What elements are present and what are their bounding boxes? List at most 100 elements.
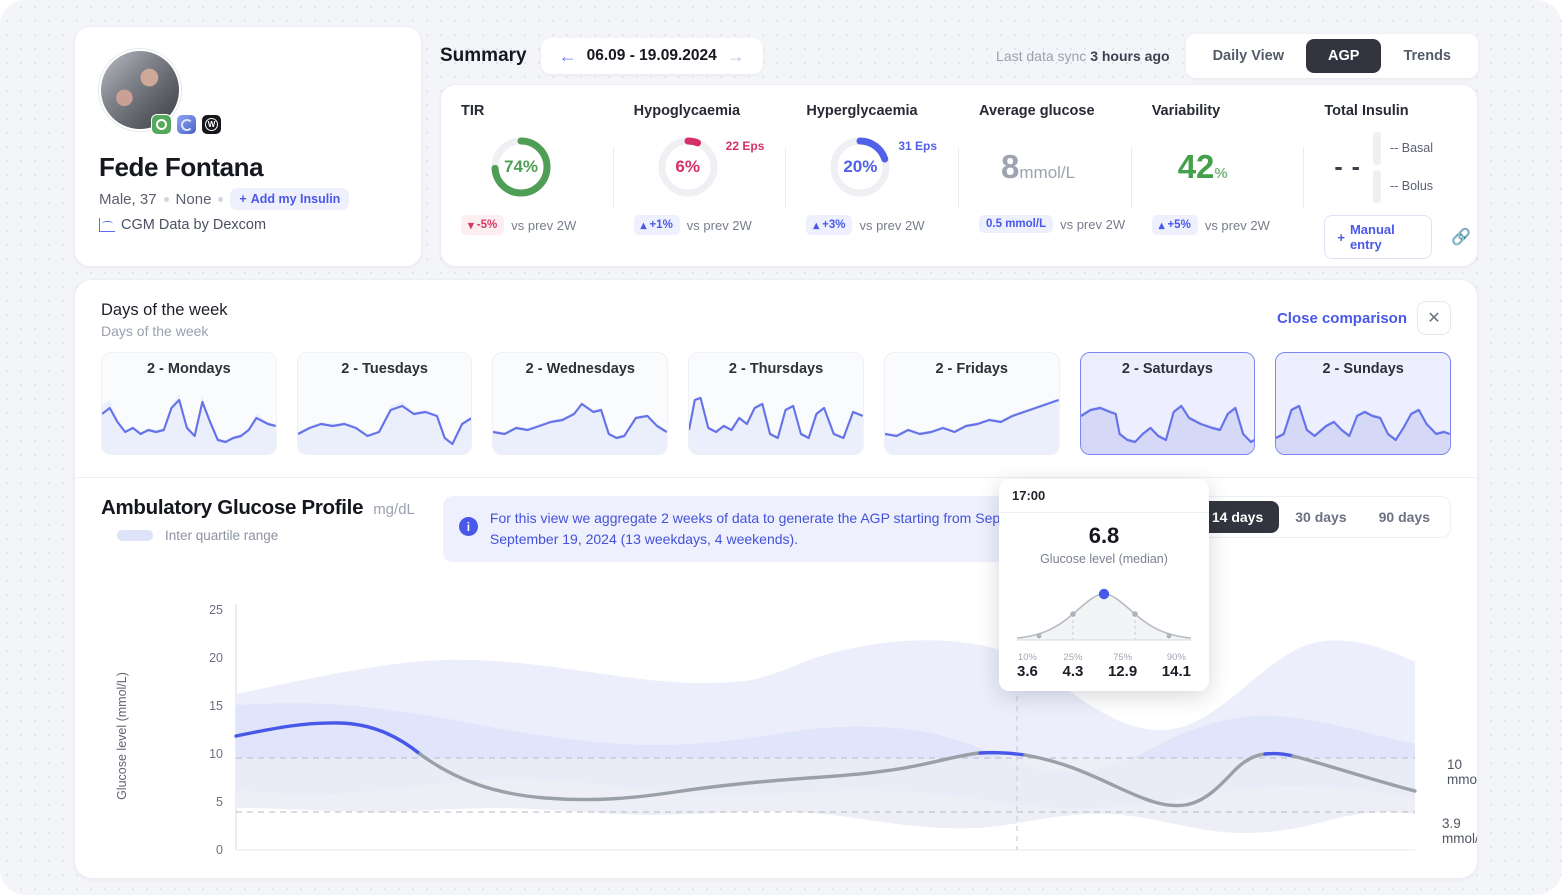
day-card-label: 2 - Mondays	[102, 361, 276, 377]
percentile-value: 3.6	[1017, 663, 1038, 680]
hyper-donut-chart: 20%	[828, 135, 892, 199]
percentile-label: 10%	[1017, 652, 1038, 663]
profile-condition: None	[176, 191, 212, 208]
day-card-label: 2 - Fridays	[885, 361, 1059, 377]
status-badge: ▴ +1%	[634, 215, 680, 235]
profile-gender-age: Male, 37	[99, 191, 157, 208]
metric-total-insulin: Total Insulin - - -- Basal -- Bolus	[1304, 103, 1477, 266]
w-app-icon[interactable]: W	[201, 114, 222, 135]
status-badge: 0.5 mmol/L	[979, 215, 1053, 233]
tab-trends[interactable]: Trends	[1381, 39, 1473, 73]
metric-change: +1%	[649, 219, 672, 231]
next-period-button[interactable]: →	[727, 47, 745, 65]
plus-icon: +	[239, 192, 246, 206]
insulin-bolus-row: -- Bolus	[1373, 170, 1433, 203]
metric-body: 6% 22 Eps	[634, 119, 781, 215]
metric-body: - - -- Basal -- Bolus	[1324, 119, 1471, 215]
percentile-label: 75%	[1108, 652, 1137, 663]
tab-daily-view[interactable]: Daily View	[1191, 39, 1306, 73]
view-tab-group: Daily View AGP Trends	[1186, 34, 1478, 78]
day-card-label: 2 - Wednesdays	[493, 361, 667, 377]
tooltip-percentile-90: 90% 14.1	[1162, 652, 1191, 680]
close-comparison-button[interactable]: Close comparison	[1277, 310, 1407, 327]
metric-title: Hypoglycaemia	[634, 103, 781, 119]
metric-average-glucose: Average glucose 8mmol/L 0.5 mmol/L vs pr…	[959, 103, 1132, 266]
main-panel: Days of the week Days of the week Close …	[74, 279, 1478, 879]
metric-value: 20%	[828, 135, 892, 199]
percentile-label: 90%	[1162, 652, 1191, 663]
day-range-tab-group: 14 days 30 days 90 days	[1191, 496, 1451, 538]
metric-hyperglycaemia: Hyperglycaemia 20% 31 Eps ▴ +3%	[786, 103, 959, 266]
metric-title: Variability	[1152, 103, 1299, 119]
bolus-bar-icon	[1373, 170, 1381, 203]
tab-agp[interactable]: AGP	[1306, 39, 1381, 73]
summary-header: Summary ← 06.09 - 19.09.2024 → Last data…	[440, 34, 1478, 78]
agp-unit: mg/dL	[373, 501, 415, 518]
metric-footer: 0.5 mmol/L vs prev 2W	[979, 215, 1126, 233]
tooltip-percentile-75: 75% 12.9	[1108, 652, 1137, 680]
prev-period-button[interactable]: ←	[559, 47, 577, 65]
ring-app-icon[interactable]	[151, 114, 172, 135]
svg-text:20: 20	[209, 651, 223, 665]
svg-text:10: 10	[209, 747, 223, 761]
metric-title: Total Insulin	[1324, 103, 1471, 119]
last-sync-value: 3 hours ago	[1090, 48, 1169, 64]
day-card-tuesdays[interactable]: 2 - Tuesdays	[297, 352, 473, 455]
info-icon: i	[459, 517, 478, 536]
add-insulin-button[interactable]: + Add my Insulin	[230, 188, 349, 210]
day-card-fridays[interactable]: 2 - Fridays	[884, 352, 1060, 455]
app-root: W Fede Fontana Male, 37 None + Add my In…	[0, 0, 1562, 895]
avatar-wrapper: W	[99, 49, 181, 131]
metric-body: 42%	[1152, 119, 1299, 215]
day-card-sundays[interactable]: 2 - Sundays	[1275, 352, 1451, 455]
last-sync-status: Last data sync 3 hours ago	[996, 48, 1170, 64]
close-icon[interactable]: ✕	[1417, 301, 1451, 335]
metric-title: Hyperglycaemia	[806, 103, 953, 119]
percentile-value: 12.9	[1108, 663, 1137, 680]
metric-change-note: vs prev 2W	[1205, 218, 1270, 233]
day-card-label: 2 - Tuesdays	[298, 361, 472, 377]
iqr-swatch-icon	[117, 530, 153, 541]
day-card-saturdays[interactable]: 2 - Saturdays	[1080, 352, 1256, 455]
metric-change: +5%	[1167, 219, 1190, 231]
meta-dot-icon	[218, 197, 223, 202]
cgm-source-label: CGM Data by Dexcom	[121, 217, 266, 233]
metric-episodes: 22 Eps	[726, 139, 765, 153]
svg-text:5: 5	[216, 795, 223, 809]
agp-title: Ambulatory Glucose Profile	[101, 496, 363, 520]
percentile-label: 25%	[1062, 652, 1083, 663]
agp-legend: Inter quartile range	[117, 528, 415, 543]
metric-change: +3%	[822, 219, 845, 231]
day-card-wednesdays[interactable]: 2 - Wednesdays	[492, 352, 668, 455]
tab-30-days[interactable]: 30 days	[1279, 501, 1362, 533]
app-badges: W	[151, 114, 222, 135]
tooltip-value: 6.8	[1011, 523, 1197, 549]
manual-entry-label: Manual entry	[1350, 222, 1419, 252]
profile-card: W Fede Fontana Male, 37 None + Add my In…	[74, 26, 422, 267]
metric-unit: mmol/L	[1019, 163, 1075, 182]
metric-change-note: vs prev 2W	[859, 218, 924, 233]
day-sparkline	[1276, 388, 1450, 454]
link-icon[interactable]: 🔗	[1451, 227, 1471, 247]
percentile-value: 4.3	[1062, 663, 1083, 680]
tab-90-days[interactable]: 90 days	[1363, 501, 1446, 533]
last-sync-prefix: Last data sync	[996, 48, 1086, 64]
metric-footer: + Manual entry 🔗	[1324, 215, 1471, 259]
metric-value: 8	[1001, 148, 1019, 185]
day-card-mondays[interactable]: 2 - Mondays	[101, 352, 277, 455]
chart-line-icon	[99, 218, 115, 232]
metric-footer: ▾ -5% vs prev 2W	[461, 215, 608, 235]
manual-entry-button[interactable]: + Manual entry	[1324, 215, 1432, 259]
spiral-app-icon[interactable]	[176, 114, 197, 135]
arrow-up-icon: ▴	[1159, 218, 1165, 232]
metrics-panel: TIR 74% ▾ -5% vs prev 2W Hypoglyc	[440, 84, 1478, 267]
day-card-thursdays[interactable]: 2 - Thursdays	[688, 352, 864, 455]
metric-value: 42	[1178, 148, 1215, 185]
day-card-label: 2 - Thursdays	[689, 361, 863, 377]
agp-header: Ambulatory Glucose Profile mg/dL Inter q…	[75, 478, 1477, 562]
svg-text:15: 15	[209, 699, 223, 713]
tooltip-percentile-10: 10% 3.6	[1017, 652, 1038, 680]
metric-value: - -	[1334, 153, 1361, 182]
metric-change-note: vs prev 2W	[511, 218, 576, 233]
metric-change: -5%	[477, 219, 497, 231]
